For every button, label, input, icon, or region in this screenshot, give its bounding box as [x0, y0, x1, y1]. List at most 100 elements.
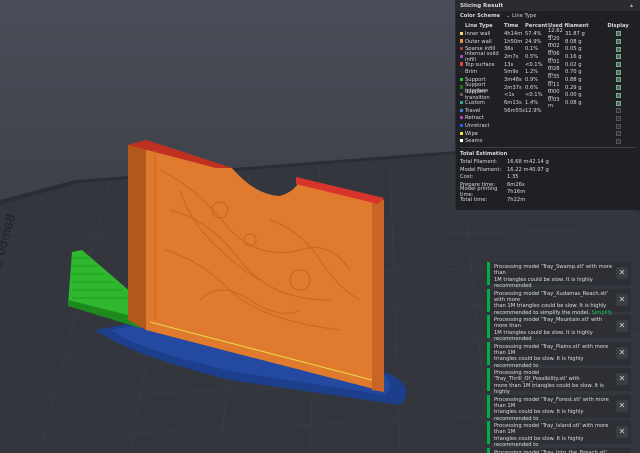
- line-type-name: Travel: [465, 107, 481, 114]
- header-time: Time: [504, 22, 519, 29]
- total-weight: 42.14 g: [529, 159, 549, 166]
- line-type-name: Seams: [465, 138, 483, 145]
- line-type-name: Retract: [465, 115, 484, 122]
- notification: Processing model 'Tray_Plains.stl' with …: [487, 341, 631, 375]
- display-cell: [608, 54, 628, 60]
- line-type-time: 3m48s: [504, 76, 522, 83]
- line-type-name: Top surface: [465, 61, 495, 68]
- notification-text: Processing model 'Tray_Swamp.stl' with m…: [494, 264, 613, 277]
- total-key: Total Filament:: [460, 159, 498, 166]
- display-checkbox[interactable]: [615, 123, 621, 129]
- line-type-weight: 0.16 g: [565, 53, 582, 60]
- color-swatch: [460, 54, 464, 58]
- close-icon[interactable]: ✕: [616, 346, 628, 359]
- color-scheme-select[interactable]: ⌄ Line Type: [506, 13, 536, 19]
- notification: Processing model 'Tray_Swamp.stl' with m…: [487, 262, 631, 296]
- display-checkbox[interactable]: [615, 62, 621, 68]
- line-type-weight: 0.05 g: [565, 46, 582, 53]
- legend-rows: Inner wall 4h14m 57.4% 12.62 m 31.87 g Outer …: [456, 28, 640, 146]
- display-cell: [608, 85, 628, 91]
- notification-line: Processing model 'Tray_Into_the_Breach.s…: [494, 449, 608, 453]
- display-checkbox[interactable]: [615, 46, 621, 52]
- legend-row: Custom 6m13s 1.4% 0.03 m 0.08 g: [456, 97, 640, 110]
- notification: Processing model 'Tray_Xudamas_Reach.stl…: [487, 288, 631, 322]
- display-checkbox[interactable]: [615, 131, 621, 137]
- notification-text: Processing model 'Tray_Xudamas_Reach.stl…: [494, 291, 613, 304]
- display-checkbox[interactable]: [615, 54, 621, 60]
- color-swatch: [460, 39, 464, 43]
- line-type-percent: 0.5%: [525, 53, 539, 60]
- display-cell: [608, 77, 628, 83]
- display-checkbox[interactable]: [615, 39, 621, 45]
- display-cell: [608, 62, 628, 68]
- line-type-weight: 0.29 g: [565, 84, 582, 91]
- close-icon[interactable]: ✕: [616, 426, 628, 438]
- legend-row: Seams: [456, 138, 640, 146]
- close-icon[interactable]: ✕: [616, 399, 628, 412]
- model-right-edge: [372, 196, 384, 392]
- collapse-icon[interactable]: ▴: [630, 2, 636, 9]
- total-key: Total time:: [460, 196, 488, 203]
- notification-line: more than 1M triangles could be slow. It…: [494, 382, 604, 396]
- legend-row: Wipe: [456, 130, 640, 138]
- close-icon[interactable]: ✕: [616, 293, 628, 306]
- close-icon[interactable]: ✕: [616, 373, 628, 385]
- color-swatch: [460, 93, 464, 97]
- header-percent: Percent: [525, 22, 548, 29]
- display-cell: [608, 115, 628, 121]
- header-line-type: Line Type: [465, 22, 493, 29]
- notification-text: Processing model 'Tray_Plains.stl' with …: [494, 344, 613, 357]
- display-checkbox[interactable]: [615, 77, 621, 83]
- legend-row: Unretract: [456, 122, 640, 130]
- display-cell: [608, 138, 628, 144]
- line-type-time: 5m9s: [504, 69, 519, 76]
- line-type-percent: <0.1%: [525, 61, 543, 68]
- line-type-name: Unretract: [465, 123, 490, 130]
- close-icon[interactable]: ✕: [616, 320, 628, 332]
- line-type-percent: 12.9%: [525, 107, 542, 114]
- display-checkbox[interactable]: [615, 85, 621, 91]
- display-checkbox[interactable]: [615, 138, 621, 144]
- display-cell: [608, 31, 628, 37]
- notification: Processing model 'Tray_Island.stl' with …: [487, 421, 631, 453]
- total-value: 16.68 m: [507, 159, 529, 166]
- total-row: Total time: 7h22m: [456, 196, 640, 204]
- notification-line: triangles could be slow. It is highly re…: [494, 435, 584, 449]
- close-icon[interactable]: ✕: [616, 267, 628, 279]
- notification-line: 1M triangles could be slow. It is highly…: [494, 276, 593, 290]
- display-cell: [608, 108, 628, 114]
- notification-text: Processing model 'Tray_Into_the_Breach.s…: [494, 450, 613, 453]
- display-cell: [608, 131, 628, 137]
- notification-text: Processing model 'Tray_Thrill_Of_Possibi…: [494, 370, 613, 383]
- totals-title: Total Estimation: [460, 151, 508, 158]
- notification-line: triangles could be slow. It is highly re…: [494, 356, 584, 369]
- color-swatch: [460, 116, 464, 120]
- color-swatch: [460, 31, 464, 35]
- display-checkbox[interactable]: [615, 31, 621, 37]
- color-swatch: [460, 85, 464, 89]
- total-value: 7h22m: [507, 196, 526, 203]
- divider: [460, 147, 636, 149]
- line-type-length: 0.03 m: [548, 97, 560, 110]
- display-checkbox[interactable]: [615, 92, 621, 98]
- line-type-percent: 0.9%: [525, 76, 539, 83]
- line-type-name: Brim: [465, 69, 478, 76]
- total-key: Model Filament:: [460, 166, 502, 173]
- line-type-time: 6m13s: [504, 100, 522, 107]
- display-checkbox[interactable]: [615, 115, 621, 121]
- display-checkbox[interactable]: [615, 69, 621, 75]
- line-type-percent: <0.1%: [525, 92, 543, 99]
- notification-text: Processing model 'Tray_Island.stl' with …: [494, 423, 613, 436]
- display-checkbox[interactable]: [615, 100, 621, 106]
- line-type-time: 56m55s: [504, 107, 525, 114]
- color-swatch: [460, 70, 464, 74]
- notification-line: Processing model 'Tray_Swamp.stl' with m…: [494, 264, 613, 277]
- display-checkbox[interactable]: [615, 108, 621, 114]
- model-side: [128, 140, 146, 330]
- header-display: Display: [607, 22, 629, 29]
- notification: Processing model 'Tray_Into_the_Breach.s…: [487, 447, 631, 453]
- total-value: 6m26s: [507, 181, 525, 188]
- total-row: Total Filament: 16.68 m 42.14 g: [456, 158, 640, 166]
- color-swatch: [460, 62, 464, 66]
- line-type-weight: 0.00 g: [565, 92, 582, 99]
